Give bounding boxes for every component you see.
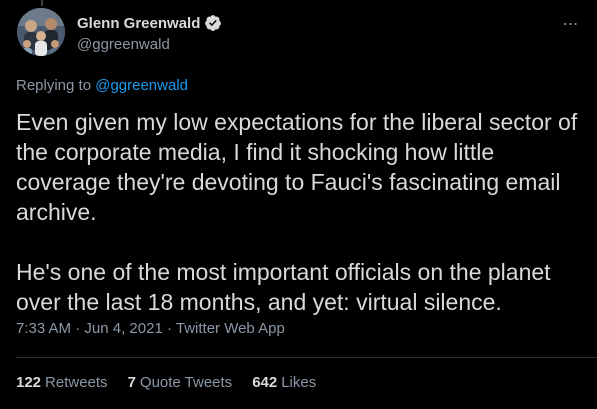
tweet-text: Even given my low expectations for the l… bbox=[16, 107, 586, 317]
retweets-stat-link[interactable]: 122 Retweets bbox=[16, 374, 108, 391]
likes-stat-link[interactable]: 642 Likes bbox=[252, 374, 316, 391]
meta-separator: · bbox=[71, 320, 85, 337]
author-display-name[interactable]: Glenn Greenwald bbox=[77, 15, 200, 32]
tweet-date: Jun 4, 2021 bbox=[84, 320, 163, 337]
likes-label: Likes bbox=[281, 374, 317, 391]
replying-to-label: Replying to bbox=[16, 77, 92, 94]
thread-connector-line bbox=[41, 0, 43, 6]
author-name-row: Glenn Greenwald bbox=[77, 13, 222, 33]
tweet-timestamp-link[interactable]: 7:33 AM · Jun 4, 2021 bbox=[16, 320, 163, 337]
tweet-container: Glenn Greenwald @ggreenwald ⋯ Replying t… bbox=[0, 0, 597, 409]
avatar[interactable] bbox=[17, 8, 65, 56]
tweet-time: 7:33 AM bbox=[16, 320, 72, 337]
author-handle[interactable]: @ggreenwald bbox=[77, 36, 170, 53]
replying-to-line: Replying to @ggreenwald bbox=[16, 77, 188, 94]
divider bbox=[16, 357, 597, 358]
retweets-label: Retweets bbox=[45, 374, 108, 391]
likes-count: 642 bbox=[252, 374, 278, 391]
tweet-metadata: 7:33 AM · Jun 4, 2021 · Twitter Web App bbox=[16, 320, 285, 337]
engagement-stats: 122 Retweets 7 Quote Tweets 642 Likes bbox=[16, 374, 336, 391]
quote-tweets-count: 7 bbox=[127, 374, 136, 391]
quote-tweets-stat-link[interactable]: 7 Quote Tweets bbox=[128, 374, 233, 391]
replying-to-mention-link[interactable]: @ggreenwald bbox=[95, 77, 188, 94]
more-options-icon[interactable]: ⋯ bbox=[561, 14, 581, 34]
tweet-paragraph: Even given my low expectations for the l… bbox=[16, 109, 578, 225]
quote-tweets-label: Quote Tweets bbox=[139, 374, 233, 391]
verified-badge-icon bbox=[204, 14, 222, 32]
retweets-count: 122 bbox=[16, 374, 42, 391]
avatar-photo-icon bbox=[17, 8, 65, 56]
tweet-source-link[interactable]: Twitter Web App bbox=[176, 320, 285, 337]
meta-separator: · bbox=[162, 320, 176, 337]
tweet-paragraph: He's one of the most important officials… bbox=[16, 259, 551, 315]
